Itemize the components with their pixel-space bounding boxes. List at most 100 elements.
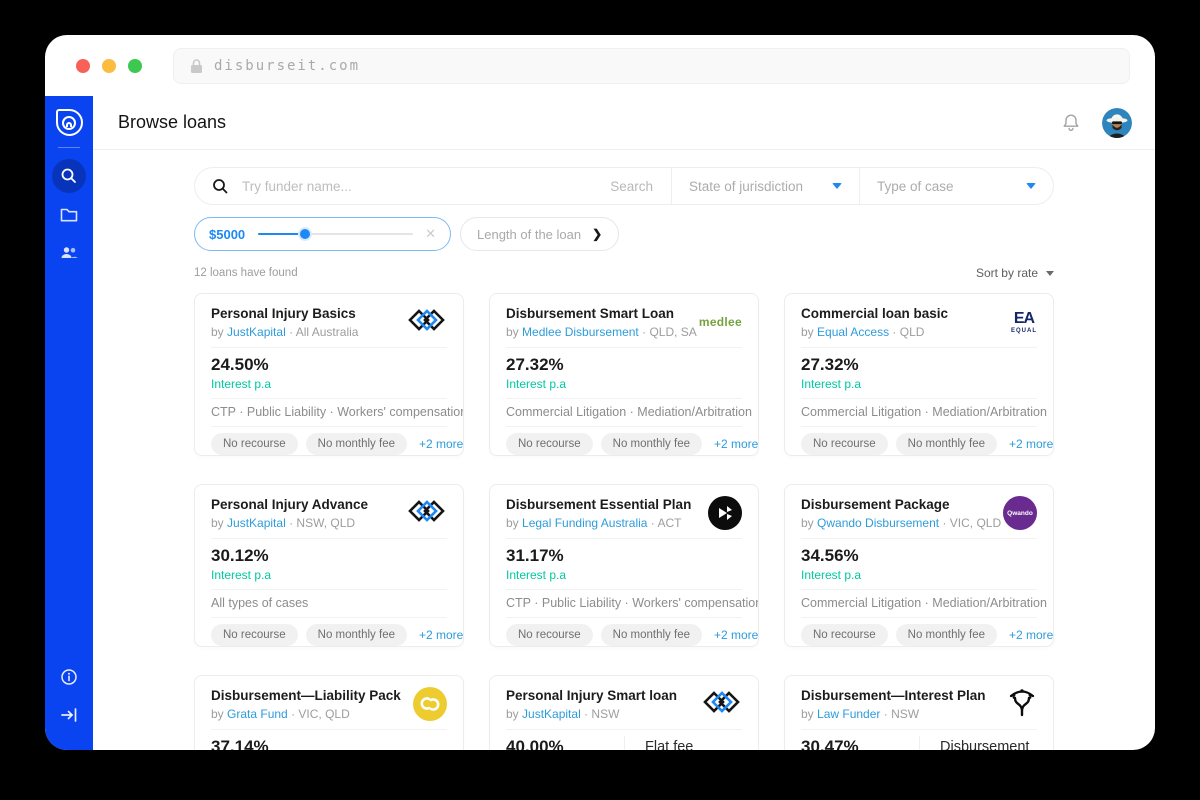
loan-card[interactable]: Disbursement Package by Qwando Disbursem… <box>784 484 1054 647</box>
funder-link[interactable]: Qwando Disbursement <box>817 516 939 530</box>
loan-rate: 40.00% <box>506 737 564 750</box>
justkapital-logo-icon <box>702 689 742 720</box>
loan-byline: by JustKapital · All Australia <box>211 325 359 339</box>
loan-rate: 34.56% <box>801 546 859 565</box>
funder-link[interactable]: Medlee Disbursement <box>522 325 639 339</box>
chevron-down-icon <box>1026 183 1036 189</box>
justkapital-logo-icon <box>407 498 447 529</box>
loan-tags: No recourse No monthly fee +2 more <box>211 624 463 646</box>
card-divider <box>801 729 1037 730</box>
avatar-image <box>1102 107 1132 138</box>
sidebar-item-info[interactable] <box>52 660 86 694</box>
card-divider <box>211 538 447 539</box>
app-logo-icon[interactable] <box>55 109 83 136</box>
more-tags-link[interactable]: +2 more <box>1009 628 1053 642</box>
loan-rate: 37.14% <box>211 737 269 750</box>
notifications-bell-icon[interactable] <box>1061 112 1081 133</box>
funder-link[interactable]: JustKapital <box>227 516 286 530</box>
jurisdiction-dropdown[interactable]: State of jurisdiction <box>672 168 859 204</box>
loan-byline: by Equal Access · QLD <box>801 325 925 339</box>
more-tags-link[interactable]: +2 more <box>419 437 463 451</box>
tag-pill: No monthly fee <box>895 433 997 455</box>
sort-dropdown[interactable]: Sort by rate <box>976 266 1054 280</box>
loan-card[interactable]: Commercial loan basic by Equal Access · … <box>784 293 1054 456</box>
address-bar[interactable]: disburseit.com <box>173 47 1130 84</box>
card-divider <box>506 729 742 730</box>
close-icon[interactable]: ✕ <box>425 226 436 242</box>
more-tags-link[interactable]: +2 more <box>714 437 758 451</box>
more-tags-link[interactable]: +2 more <box>1009 437 1053 451</box>
loan-case-types: Commercial Litigation · Mediation/Arbitr… <box>506 405 752 419</box>
card-divider <box>211 589 447 590</box>
minimize-window-button[interactable] <box>102 58 116 73</box>
funder-search-input[interactable] <box>242 178 598 194</box>
tag-pill: No recourse <box>506 433 593 455</box>
loan-rate-label: Interest p.a <box>801 377 862 391</box>
loan-region: NSW <box>891 707 920 721</box>
funder-link[interactable]: Legal Funding Australia <box>522 516 647 530</box>
loan-fee-type: Flat fee <box>624 736 742 750</box>
loan-grid: Personal Injury Basics by JustKapital · … <box>194 293 1054 750</box>
sidebar <box>45 96 93 750</box>
loan-region: NSW, QLD <box>296 516 356 530</box>
funder-link[interactable]: Grata Fund <box>227 707 288 721</box>
tag-pill: No recourse <box>801 433 888 455</box>
loan-byline: by Grata Fund · VIC, QLD <box>211 707 350 721</box>
loan-card[interactable]: Disbursement—Interest Plan by Law Funder… <box>784 675 1054 750</box>
loan-rate-label: Interest p.a <box>506 568 567 582</box>
loan-title: Personal Injury Smart loan <box>506 688 678 703</box>
card-divider <box>801 617 1037 618</box>
search-icon <box>213 178 228 193</box>
sidebar-item-users[interactable] <box>52 235 86 269</box>
funder-link[interactable]: JustKapital <box>227 325 286 339</box>
funder-logo <box>698 686 742 722</box>
loan-card[interactable]: Disbursement—Liability Pack by Grata Fun… <box>194 675 464 750</box>
close-window-button[interactable] <box>76 58 90 73</box>
card-divider <box>506 347 742 348</box>
tag-pill: No recourse <box>211 433 298 455</box>
loan-tags: No recourse No monthly fee +2 more <box>211 433 463 455</box>
user-avatar[interactable] <box>1102 107 1132 138</box>
case-type-dropdown[interactable]: Type of case <box>860 168 1053 204</box>
card-divider <box>801 347 1037 348</box>
loan-tags: No recourse No monthly fee +2 more <box>506 624 758 646</box>
amount-slider[interactable] <box>258 226 414 242</box>
loan-byline: by JustKapital · NSW <box>506 707 620 721</box>
loan-card[interactable]: Personal Injury Basics by JustKapital · … <box>194 293 464 456</box>
funder-logo <box>993 686 1037 722</box>
loan-fee-type: Disbursement <box>919 736 1037 750</box>
loan-region: NSW <box>591 707 620 721</box>
funder-logo <box>403 686 447 722</box>
loan-card[interactable]: Personal Injury Smart loan by JustKapita… <box>489 675 759 750</box>
loan-card[interactable]: Personal Injury Advance by JustKapital ·… <box>194 484 464 647</box>
funder-logo <box>403 304 447 340</box>
browser-window: disburseit.com Browse loans Try funder n… <box>45 35 1155 750</box>
sidebar-item-search[interactable] <box>52 159 86 193</box>
more-tags-link[interactable]: +2 more <box>419 628 463 642</box>
funder-logo <box>403 495 447 531</box>
funder-search-segment: Search <box>195 168 671 204</box>
search-button[interactable]: Search <box>610 179 653 194</box>
loan-length-filter-button[interactable]: Length of the loan ❯ <box>460 217 620 251</box>
loan-rate: 27.32% <box>801 355 859 374</box>
sidebar-item-folders[interactable] <box>52 197 86 231</box>
slider-thumb[interactable] <box>297 227 312 241</box>
people-icon <box>61 246 78 258</box>
sidebar-item-logout[interactable] <box>52 698 86 732</box>
loan-card[interactable]: Disbursement Essential Plan by Legal Fun… <box>489 484 759 647</box>
funder-link[interactable]: JustKapital <box>522 707 581 721</box>
loan-card[interactable]: Disbursement Smart Loan by Medlee Disbur… <box>489 293 759 456</box>
card-divider <box>506 617 742 618</box>
loan-case-types: All types of cases <box>211 596 309 610</box>
amount-value: $5000 <box>209 226 246 242</box>
funder-link[interactable]: Equal Access <box>817 325 889 339</box>
funder-link[interactable]: Law Funder <box>817 707 880 721</box>
jurisdiction-dropdown-label: State of jurisdiction <box>689 178 804 194</box>
loan-rate: 31.17% <box>506 546 564 565</box>
loan-rate: 27.32% <box>506 355 564 374</box>
amount-filter-pill: $5000 ✕ <box>194 217 451 251</box>
loan-rate-label: Interest p.a <box>211 377 272 391</box>
loan-region: ACT <box>657 516 682 530</box>
more-tags-link[interactable]: +2 more <box>714 628 758 642</box>
maximize-window-button[interactable] <box>128 58 142 73</box>
